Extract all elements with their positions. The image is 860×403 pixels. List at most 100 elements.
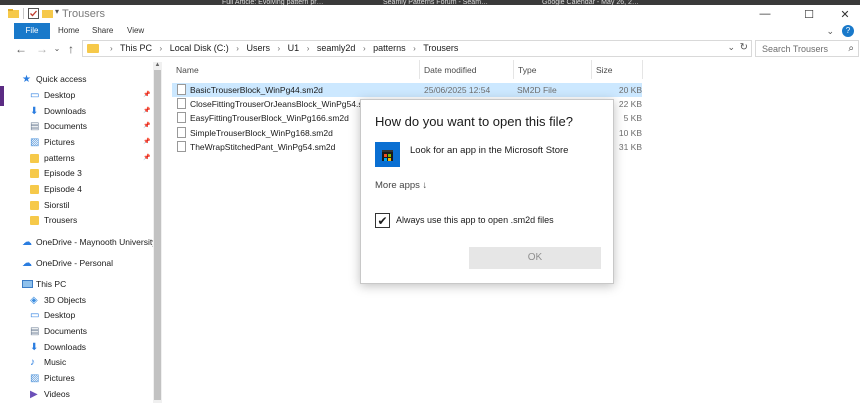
sidebar-item-onedrive-maynooth-university[interactable]: ☁ OneDrive - Maynooth University [4, 235, 157, 250]
column-header-type[interactable]: Type [518, 62, 536, 79]
minimize-button[interactable]: — [750, 5, 780, 23]
store-option-label[interactable]: Look for an app in the Microsoft Store [410, 145, 568, 156]
file-explorer-window: Full Article: Evolving pattern pr… Seaml… [0, 0, 860, 403]
folder-icon [30, 216, 39, 225]
title-divider [60, 8, 61, 19]
folder-icon [8, 9, 19, 18]
breadcrumb-separator[interactable]: › [277, 44, 280, 53]
always-use-checkbox[interactable]: ✔ [375, 213, 390, 228]
column-divider[interactable] [642, 60, 643, 79]
up-arrow-icon[interactable]: ↑ [64, 41, 78, 57]
address-history-chevron-icon[interactable]: ⌄ [727, 42, 735, 53]
more-apps-link[interactable]: More apps ↓ [375, 180, 427, 191]
back-arrow-icon[interactable]: ← [14, 41, 28, 57]
sidebar-item-label: Downloads [44, 342, 87, 352]
breadcrumb-patterns[interactable]: patterns [373, 43, 406, 53]
column-header-name[interactable]: Name [176, 62, 199, 79]
file-name: SimpleTrouserBlock_WinPg168.sm2d [190, 128, 333, 138]
breadcrumb-separator[interactable]: › [160, 44, 163, 53]
sidebar-item-documents[interactable]: ▤ Documents 📌 [4, 119, 153, 134]
tab-home[interactable]: Home [52, 23, 85, 39]
ok-button[interactable]: OK [469, 247, 601, 269]
breadcrumb-trousers[interactable]: Trousers [423, 43, 458, 53]
sidebar-item-label: Documents [44, 326, 87, 336]
new-folder-icon[interactable] [42, 8, 53, 19]
maximize-button[interactable]: ☐ [794, 5, 824, 23]
help-icon[interactable]: ? [842, 25, 854, 37]
sidebar-item-3d-objects[interactable]: ◈ 3D Objects [4, 293, 153, 308]
star-icon: ★ [22, 74, 31, 85]
search-icon: ⌕ [848, 43, 854, 54]
tab-share[interactable]: Share [86, 23, 119, 39]
column-header-date[interactable]: Date modified [424, 62, 476, 79]
recent-locations-chevron-icon[interactable]: ⌄ [50, 41, 64, 57]
store-logo-red [384, 154, 387, 157]
breadcrumb-separator[interactable]: › [236, 44, 239, 53]
pin-icon: 📌 [143, 92, 151, 98]
sidebar-item-documents[interactable]: ▤ Documents [4, 324, 153, 339]
sidebar-item-episode-4[interactable]: Episode 4 [4, 182, 153, 197]
sidebar-item-desktop[interactable]: ▭ Desktop 📌 [4, 88, 153, 103]
breadcrumb-separator[interactable]: › [363, 44, 366, 53]
sidebar-item-siorstil[interactable]: Siorstil [4, 198, 153, 213]
column-divider[interactable] [513, 60, 514, 79]
sidebar-item-onedrive-personal[interactable]: ☁ OneDrive - Personal [4, 256, 153, 271]
download-icon: ⬇ [30, 342, 39, 353]
sidebar-item-label: patterns [44, 153, 75, 163]
sidebar-item-patterns[interactable]: patterns 📌 [4, 151, 153, 166]
sidebar-item-episode-3[interactable]: Episode 3 [4, 166, 153, 181]
breadcrumb-separator[interactable]: › [307, 44, 310, 53]
column-divider[interactable] [419, 60, 420, 79]
breadcrumb-seamly2d[interactable]: seamly2d [317, 43, 356, 53]
properties-icon[interactable] [28, 8, 39, 19]
sidebar-scrollbar-thumb[interactable] [154, 70, 161, 400]
scroll-up-icon[interactable]: ▲ [154, 62, 161, 68]
sidebar-item-music[interactable]: ♪ Music [4, 355, 153, 370]
breadcrumb-this-pc[interactable]: This PC [120, 43, 152, 53]
sidebar-item-label: Episode 4 [44, 184, 82, 194]
breadcrumb-u1[interactable]: U1 [288, 43, 300, 53]
address-bar[interactable]: › This PC › Local Disk (C:) › Users › U1… [82, 40, 752, 57]
refresh-icon[interactable]: ↻ [740, 42, 748, 53]
cloud-icon: ☁ [22, 258, 32, 269]
forward-arrow-icon[interactable]: → [35, 41, 49, 57]
customize-quick-access-icon[interactable]: ▾ [55, 7, 59, 16]
window-title: Trousers [62, 8, 105, 20]
sidebar-item-downloads[interactable]: ⬇ Downloads [4, 340, 153, 355]
breadcrumb-users[interactable]: Users [246, 43, 270, 53]
sidebar-item-this-pc[interactable]: This PC [4, 277, 153, 292]
ribbon-tabs: File Home Share View ⌄ ? [4, 23, 860, 39]
sidebar-item-pictures[interactable]: ▨ Pictures [4, 371, 153, 386]
sidebar-item-desktop[interactable]: ▭ Desktop [4, 308, 153, 323]
pin-icon: 📌 [143, 155, 151, 161]
music-icon: ♪ [30, 357, 35, 368]
sidebar-item-quick-access[interactable]: ★ Quick access [4, 72, 153, 87]
microsoft-store-icon[interactable] [375, 142, 400, 167]
breadcrumb-local-disk[interactable]: Local Disk (C:) [170, 43, 229, 53]
sidebar-item-trousers[interactable]: Trousers [4, 213, 153, 228]
documents-icon: ▤ [30, 326, 40, 337]
desktop-icon: ▭ [30, 90, 40, 101]
column-divider[interactable] [591, 60, 592, 79]
expand-ribbon-icon[interactable]: ⌄ [826, 26, 834, 37]
download-icon: ⬇ [30, 106, 39, 117]
close-button[interactable]: ✕ [830, 5, 860, 23]
search-input[interactable]: Search Trousers ⌕ [755, 40, 859, 57]
file-name: TheWrapStitchedPant_WinPg54.sm2d [190, 142, 336, 152]
file-row[interactable]: BasicTrouserBlock_WinPg44.sm2d 25/06/2025… [172, 83, 642, 97]
sidebar-item-label: OneDrive - Maynooth University [36, 237, 157, 247]
sidebar-item-videos[interactable]: ▶ Videos [4, 387, 153, 402]
breadcrumb-separator[interactable]: › [413, 44, 416, 53]
always-use-label[interactable]: Always use this app to open .sm2d files [396, 215, 554, 225]
sidebar-item-downloads[interactable]: ⬇ Downloads 📌 [4, 104, 153, 119]
tab-file[interactable]: File [14, 23, 50, 39]
file-date-modified: 25/06/2025 12:54 [424, 85, 491, 95]
folder-icon [30, 154, 39, 163]
column-header-size[interactable]: Size [596, 62, 613, 79]
sidebar-item-pictures[interactable]: ▨ Pictures 📌 [4, 135, 153, 150]
tab-view[interactable]: View [121, 23, 150, 39]
pin-icon: 📌 [143, 108, 151, 114]
sidebar-item-label: Pictures [44, 373, 75, 383]
sidebar-item-label: Music [44, 357, 67, 367]
file-size: 20 KB [618, 85, 642, 95]
